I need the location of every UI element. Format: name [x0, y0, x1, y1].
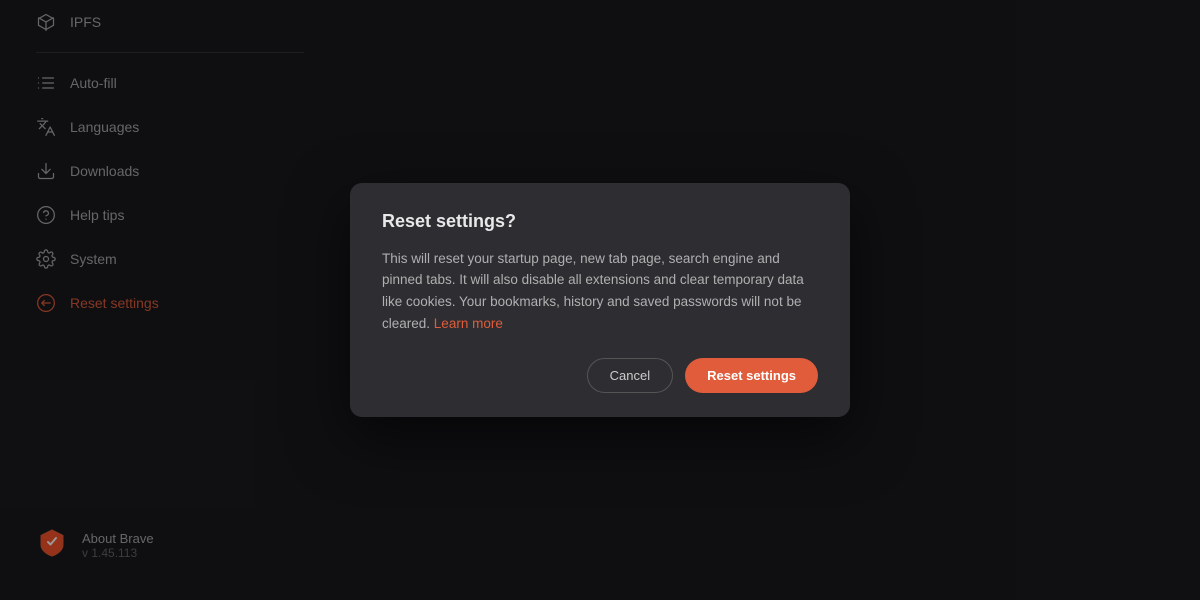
reset-settings-dialog: Reset settings? This will reset your sta…	[350, 183, 850, 417]
dialog-body: This will reset your startup page, new t…	[382, 248, 818, 334]
learn-more-link[interactable]: Learn more	[434, 316, 503, 331]
dialog-title: Reset settings?	[382, 211, 818, 232]
dialog-overlay: Reset settings? This will reset your sta…	[0, 0, 1200, 600]
reset-settings-button[interactable]: Reset settings	[685, 358, 818, 393]
dialog-actions: Cancel Reset settings	[382, 358, 818, 393]
cancel-button[interactable]: Cancel	[587, 358, 673, 393]
